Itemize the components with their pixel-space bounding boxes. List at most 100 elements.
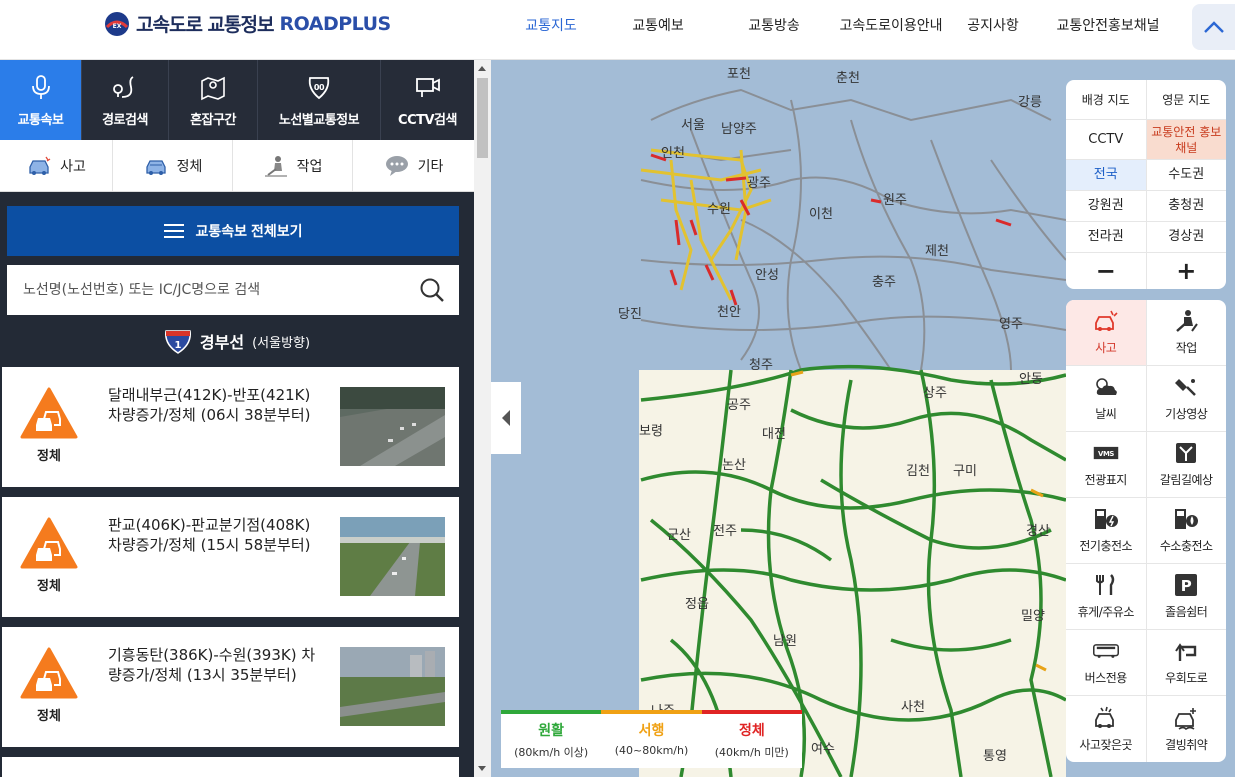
nav-traffic-broadcast[interactable]: 교통방송 — [716, 15, 832, 35]
layer-work[interactable]: 작업 — [1147, 300, 1227, 365]
tab-cctv-search[interactable]: CCTV검색 — [381, 60, 474, 140]
tab-congestion[interactable]: 혼잡구간 — [169, 60, 258, 140]
route-direction: (서울방향) — [252, 335, 311, 351]
scroll-up-arrow[interactable] — [478, 66, 486, 71]
map-label-city: 사천 — [901, 700, 925, 715]
layer-weather-video[interactable]: 기상영상 — [1147, 366, 1227, 431]
site-logo[interactable]: EX 고속도로 교통정보 ROADPLUS — [104, 10, 391, 37]
cctv-thumbnail[interactable] — [340, 517, 445, 596]
congestion-warning-icon — [20, 517, 78, 569]
collapse-panel-button[interactable] — [491, 382, 521, 454]
incident-type-badge: 정체 — [20, 517, 78, 594]
scrollbar-thumb[interactable] — [477, 78, 488, 158]
legend-range: (80km/h 이상) — [514, 746, 589, 759]
tab-route-traffic[interactable]: 00 노선별교통정보 — [258, 60, 381, 140]
cctv-toggle-button[interactable]: CCTV — [1066, 120, 1147, 159]
map-label-city: 군산 — [667, 528, 691, 543]
main-nav: 교통지도 교통예보 교통방송 고속도로이용안내 공지사항 교통안전홍보채널 — [500, 0, 1180, 50]
layer-ev-charger[interactable]: 전기충전소 — [1066, 498, 1147, 563]
detour-icon — [1175, 643, 1197, 661]
region-chungcheong[interactable]: 충청권 — [1147, 191, 1227, 221]
tab-traffic-news[interactable]: 교통속보 — [0, 60, 82, 140]
layer-drowsy-shelter[interactable]: P 졸음쉼터 — [1147, 564, 1227, 629]
chevron-left-icon — [502, 410, 510, 426]
category-other[interactable]: 기타 — [353, 140, 474, 191]
region-jeolla[interactable]: 전라권 — [1066, 222, 1147, 252]
category-work[interactable]: 작업 — [233, 140, 353, 191]
map-label-city: 대전 — [762, 427, 786, 442]
english-map-button[interactable]: 영문 지도 — [1147, 80, 1227, 119]
vms-icon: VMS — [1093, 446, 1118, 460]
layer-bus-lane[interactable]: 버스전용 — [1066, 630, 1147, 695]
incident-card[interactable]: 정체 판교(406K)-판교분기점(408K) 차량증가/정체 (15시 58분… — [2, 497, 459, 617]
category-accident[interactable]: 사고 — [0, 140, 113, 191]
route-header: 1 경부선 (서울방향) — [7, 315, 467, 367]
map-label-city: 강릉 — [1018, 95, 1042, 110]
congestion-warning-icon — [20, 387, 78, 439]
chat-bubble-icon — [385, 155, 408, 176]
cctv-icon — [415, 77, 440, 97]
map-label-city: 경산 — [1026, 524, 1050, 539]
zoom-out-button[interactable]: − — [1066, 253, 1147, 289]
region-nationwide[interactable]: 전국 — [1066, 160, 1147, 190]
map-label-city: 영주 — [999, 317, 1023, 332]
layer-label: 버스전용 — [1084, 671, 1128, 685]
layer-frequent-accident[interactable]: 사고잦은곳 — [1066, 696, 1147, 762]
map-control-panel: 배경 지도 영문 지도 CCTV 교통안전 홍보채널 전국 수도권 강원권 충청… — [1066, 80, 1226, 289]
tab-route-search[interactable]: 경로검색 — [82, 60, 169, 140]
incident-card[interactable]: 정체 기흥동탄(386K)-수원(393K) 차량증가/정체 (13시 35분부… — [2, 627, 459, 747]
layer-hydrogen-station[interactable]: 수소충전소 — [1147, 498, 1227, 563]
incident-description: 판교(406K)-판교분기점(408K) 차량증가/정체 (15시 58분부터) — [108, 516, 311, 554]
layer-rest-area[interactable]: 휴게/주유소 — [1066, 564, 1147, 629]
layer-detour[interactable]: 우회도로 — [1147, 630, 1227, 695]
region-gangwon[interactable]: 강원권 — [1066, 191, 1147, 221]
cctv-thumbnail[interactable] — [340, 647, 445, 726]
scroll-down-arrow[interactable] — [478, 766, 486, 771]
scroll-top-button[interactable] — [1192, 4, 1235, 50]
tab-label: CCTV검색 — [398, 112, 457, 128]
layer-vms[interactable]: VMS 전광표지 — [1066, 432, 1147, 497]
layer-weather[interactable]: 날씨 — [1066, 366, 1147, 431]
map-label-city: 안동 — [1019, 372, 1043, 387]
nav-usage-guide[interactable]: 고속도로이용안내 — [832, 15, 950, 35]
view-all-news-button[interactable]: 교통속보 전체보기 — [7, 206, 459, 256]
nav-traffic-forecast[interactable]: 교통예보 — [600, 15, 716, 35]
nav-notice[interactable]: 공지사항 — [950, 15, 1036, 35]
category-label: 작업 — [296, 158, 323, 175]
hydrogen-station-icon — [1175, 509, 1199, 529]
layer-accident[interactable]: 사고 — [1066, 300, 1147, 365]
panel-scrollbar[interactable] — [474, 60, 491, 777]
frequent-accident-icon — [1094, 706, 1114, 728]
nav-safety-channel[interactable]: 교통안전홍보채널 — [1036, 15, 1180, 35]
logo-text-kr: 고속도로 교통정보 — [136, 14, 274, 36]
bus-lane-icon — [1092, 644, 1119, 658]
svg-text:EX: EX — [113, 23, 122, 30]
incident-type-label: 정체 — [37, 709, 61, 724]
layer-label: 졸음쉼터 — [1165, 605, 1208, 619]
category-congestion[interactable]: 정체 — [113, 140, 233, 191]
map-label-city: 수원 — [707, 202, 731, 217]
category-label: 정체 — [176, 158, 203, 175]
search-icon[interactable] — [419, 277, 445, 303]
incident-card-partial[interactable] — [2, 757, 459, 777]
safety-channel-button[interactable]: 교통안전 홍보채널 — [1146, 120, 1226, 159]
region-gyeongsang[interactable]: 경상권 — [1147, 222, 1227, 252]
speed-legend: 원활 (80km/h 이상) 서행 (40~80km/h) 정체 (40km/h… — [501, 710, 802, 768]
zoom-in-button[interactable]: + — [1147, 253, 1227, 289]
tab-label: 혼잡구간 — [190, 112, 236, 128]
region-capital[interactable]: 수도권 — [1147, 160, 1227, 190]
traffic-map[interactable]: 포천 춘천 강릉 서울 남양주 인천 광주 원주 이천 수원 제천 충주 안성 … — [491, 60, 1235, 777]
incident-list-area: 교통속보 전체보기 1 경부선 (서울방향) 정체 달래내부근(412K)-반포… — [0, 192, 474, 777]
logo-text-en: ROADPLUS — [279, 12, 391, 35]
layer-ice-prone[interactable]: 결빙취약 — [1147, 696, 1227, 762]
base-map-button[interactable]: 배경 지도 — [1066, 80, 1147, 119]
layer-label: 전광표지 — [1084, 473, 1128, 487]
layer-junction[interactable]: 갈림길예상 — [1147, 432, 1227, 497]
congestion-warning-icon — [20, 647, 78, 699]
parking-icon: P — [1175, 574, 1198, 596]
incident-card[interactable]: 정체 달래내부근(412K)-반포(421K) 차량증가/정체 (06시 38분… — [2, 367, 459, 487]
route-search-input[interactable] — [23, 282, 419, 298]
cctv-thumbnail[interactable] — [340, 387, 445, 466]
nav-traffic-map[interactable]: 교통지도 — [502, 15, 600, 35]
route-shield-icon: 1 — [164, 330, 191, 354]
